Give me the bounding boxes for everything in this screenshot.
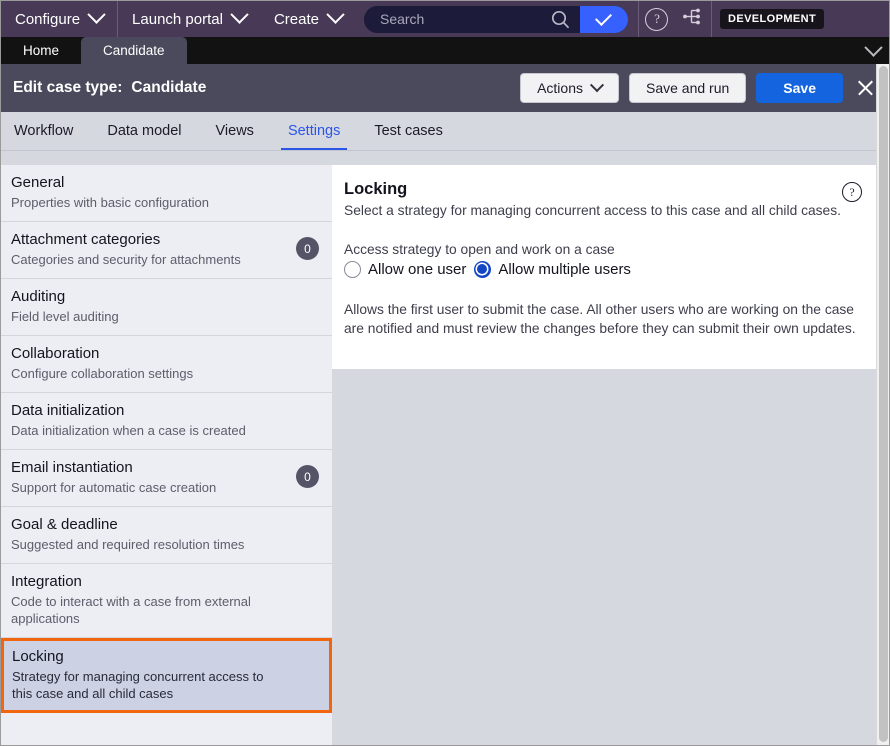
tab-data-model-label: Data model [107,123,182,139]
sidebar-item-title: Integration [11,573,82,590]
search-submit-button[interactable] [579,5,628,33]
sidebar-item-title: General [11,174,65,191]
panel-subtitle: Select a strategy for managing concurren… [344,203,841,218]
tab-views[interactable]: Views [199,112,271,150]
sidebar-item-attachment-categories[interactable]: Attachment categories Categories and sec… [1,222,332,279]
window-tab-candidate-label: Candidate [103,43,165,58]
sidebar-item-desc: Categories and security for attachments [11,252,241,267]
window-tab-overflow-button[interactable] [855,37,889,64]
sidebar-item-goal-deadline[interactable]: Goal & deadline Suggested and required r… [1,507,332,564]
environment-badge: DEVELOPMENT [719,9,825,29]
question-circle-icon[interactable]: ? [842,182,862,202]
settings-sidebar: General Properties with basic configurat… [1,165,332,745]
sidebar-item-collaboration[interactable]: Collaboration Configure collaboration se… [1,336,332,393]
save-and-run-button[interactable]: Save and run [629,73,747,103]
nav-menu-create[interactable]: Create [260,1,356,37]
search-box[interactable] [363,5,580,33]
checkmark-icon [595,8,613,26]
nav-menu-launch-portal-label: Launch portal [132,10,223,28]
sidebar-item-title: Auditing [11,288,66,305]
edit-case-label: Edit case type: [13,79,123,96]
tab-workflow[interactable]: Workflow [1,112,90,150]
sidebar-item-title: Goal & deadline [11,516,118,533]
chevron-down-icon [326,4,345,28]
panel-title: Locking [344,180,408,198]
actions-button-label: Actions [537,80,583,96]
chevron-down-icon [863,38,883,57]
chevron-down-icon [87,4,106,28]
top-navigation-bar: Configure Launch portal Create Search ? … [1,1,889,37]
sidebar-item-auditing[interactable]: Auditing Field level auditing [1,279,332,336]
window-tab-home-label: Home [23,43,60,58]
search-container [363,5,628,33]
sidebar-item-email-instantiation[interactable]: Email instantiation Support for automati… [1,450,332,507]
body-top-gap [1,151,889,165]
nav-menu-create-label: Create [273,10,319,28]
window-tab-strip: Home Candidate [1,37,889,64]
window-tab-home[interactable]: Home [1,37,81,64]
sidebar-item-count-badge: 0 [296,237,319,260]
locking-settings-panel: ? Locking Select a strategy for managing… [332,165,878,369]
access-strategy-radio-group: Allow one user Allow multiple users [344,261,860,278]
section-tab-bar: Workflow Data model Views Settings Test … [1,112,889,151]
sidebar-item-title: Email instantiation [11,459,133,476]
sidebar-item-desc: Code to interact with a case from extern… [11,594,251,626]
save-button-label: Save [783,80,816,96]
sidebar-item-integration[interactable]: Integration Code to interact with a case… [1,564,332,638]
magnifier-icon [551,10,570,33]
edit-case-name: Candidate [131,79,207,96]
nav-menu-configure-label: Configure [15,10,81,28]
save-button[interactable]: Save [756,73,843,103]
radio-allow-multiple-users[interactable]: Allow multiple users [474,261,631,278]
page-scroll-thumb[interactable] [879,66,888,742]
actions-button[interactable]: Actions [520,73,619,103]
sidebar-item-title: Attachment categories [11,231,161,248]
sidebar-item-title: Locking [12,648,64,665]
tab-data-model[interactable]: Data model [90,112,198,150]
sidebar-item-desc: Configure collaboration settings [11,366,194,381]
sidebar-item-title: Data initialization [11,402,125,419]
chevron-down-icon [589,78,605,93]
radio-allow-one-user[interactable]: Allow one user [344,261,466,278]
sidebar-item-locking[interactable]: Locking Strategy for managing concurrent… [1,638,332,713]
tab-workflow-label: Workflow [14,123,74,139]
settings-body: General Properties with basic configurat… [1,151,889,745]
edit-case-header: Edit case type: Candidate Actions Save a… [1,64,889,112]
page-vertical-scrollbar[interactable] [876,64,889,745]
nav-divider [710,1,712,37]
chevron-down-icon [230,4,249,28]
nav-menu-configure[interactable]: Configure [1,1,117,37]
radio-checked-icon [474,261,492,278]
tab-settings-label: Settings [287,123,341,139]
sidebar-item-desc: Field level auditing [11,309,119,324]
tab-settings[interactable]: Settings [271,112,357,150]
sidebar-item-general[interactable]: General Properties with basic configurat… [1,165,332,222]
radio-allow-multiple-users-label: Allow multiple users [498,261,631,278]
hierarchy-button[interactable] [675,1,711,37]
sidebar-item-desc: Support for automatic case creation [11,480,217,495]
question-circle-icon: ? [645,7,669,31]
header-action-group: Actions Save and run Save [510,71,889,105]
sidebar-item-desc: Data initialization when a case is creat… [11,423,246,438]
window-tab-candidate[interactable]: Candidate [81,37,187,64]
nav-menu-launch-portal[interactable]: Launch portal [118,1,260,37]
sidebar-item-desc: Properties with basic configuration [11,195,209,210]
tab-views-label: Views [215,123,254,139]
radio-unchecked-icon [344,261,361,278]
sidebar-item-count-badge: 0 [296,465,319,488]
sidebar-item-title: Collaboration [11,345,100,362]
access-strategy-label: Access strategy to open and work on a ca… [344,242,615,257]
locking-help-text: Allows the first user to submit the case… [344,302,856,336]
save-and-run-button-label: Save and run [646,80,730,96]
tab-test-cases[interactable]: Test cases [357,112,460,150]
sidebar-item-desc: Strategy for managing concurrent access … [12,669,264,701]
branch-hierarchy-icon [682,6,703,32]
radio-allow-one-user-label: Allow one user [368,261,467,278]
application-window: Configure Launch portal Create Search ? … [0,0,890,746]
search-input[interactable] [377,10,552,28]
sidebar-item-desc: Suggested and required resolution times [11,537,245,552]
help-button[interactable]: ? [639,1,675,37]
tab-test-cases-label: Test cases [374,123,443,139]
sidebar-item-data-initialization[interactable]: Data initialization Data initialization … [1,393,332,450]
